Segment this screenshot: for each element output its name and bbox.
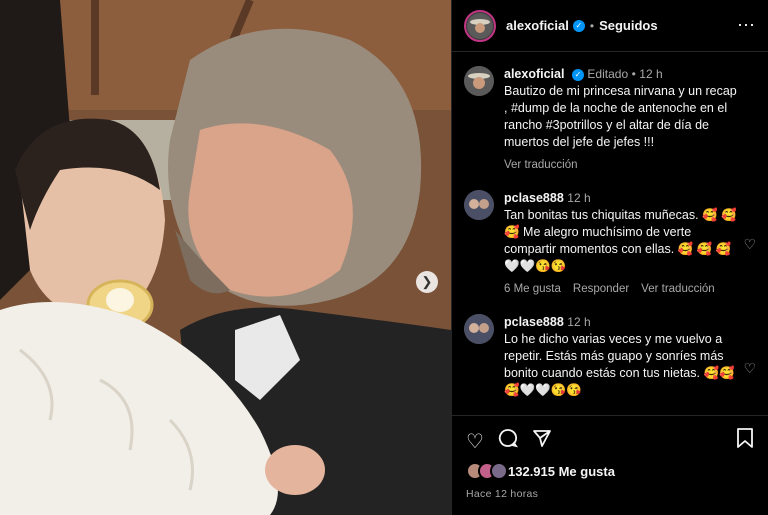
- caption-avatar[interactable]: [464, 66, 494, 96]
- user-avatar[interactable]: [464, 9, 496, 42]
- caption-actions: Ver traducción: [504, 157, 739, 174]
- heart-icon[interactable]: ♡: [466, 429, 484, 454]
- photo-illustration: [0, 0, 451, 515]
- caption-translate-link[interactable]: Ver traducción: [504, 157, 578, 174]
- share-icon[interactable]: [532, 428, 552, 454]
- comment-icon[interactable]: [498, 428, 518, 454]
- comment-like-heart-icon[interactable]: ♡: [743, 236, 756, 253]
- caption: alexoficial ✓ Editado • 12 h Bautizo de …: [464, 66, 756, 174]
- next-photo-button[interactable]: ❯: [416, 271, 438, 293]
- comment-time: 12 h: [567, 191, 591, 205]
- caption-text: Bautizo de mi princesa nirvana y un reca…: [504, 84, 737, 149]
- caption-username[interactable]: alexoficial: [504, 67, 564, 81]
- header-separator: •: [589, 18, 595, 33]
- comment-username[interactable]: pclase888: [504, 191, 564, 205]
- avatar-image: [464, 190, 494, 220]
- comment-time: 12 h: [567, 315, 591, 329]
- comment-body: pclase888 12 h Lo he dicho varias veces …: [504, 314, 739, 399]
- comment-body: pclase888 12 h Tan bonitas tus chiquitas…: [504, 190, 739, 298]
- comment-like-heart-icon[interactable]: ♡: [743, 360, 756, 377]
- caption-body: alexoficial ✓ Editado • 12 h Bautizo de …: [504, 66, 739, 174]
- post-header: alexoficial ✓ • Seguidos ⋯: [452, 0, 768, 52]
- liker-avatars: [466, 462, 508, 480]
- comment-item: pclase888 12 h Tan bonitas tus chiquitas…: [464, 190, 756, 298]
- caption-time: 12 h: [639, 67, 663, 81]
- verified-badge-icon: ✓: [572, 19, 585, 32]
- comment-actions: 6 Me gusta Responder Ver traducción: [504, 281, 739, 298]
- verified-badge-icon: ✓: [571, 68, 584, 81]
- action-icons: ♡: [466, 428, 754, 454]
- avatar-image: [464, 314, 494, 344]
- likes-row[interactable]: 132.915 Me gusta: [466, 462, 754, 480]
- header-username[interactable]: alexoficial: [506, 18, 569, 33]
- chevron-right-icon: ❯: [421, 274, 433, 289]
- comment-item: pclase888 12 h Lo he dicho varias veces …: [464, 314, 756, 399]
- avatar-image: [467, 12, 493, 39]
- avatar-image: [464, 66, 494, 96]
- follow-status-button[interactable]: Seguidos: [599, 18, 658, 33]
- instagram-post-view: ❯ alexoficial ✓ • Seguidos ⋯ alexoficial…: [0, 0, 768, 515]
- reply-button[interactable]: Responder: [573, 281, 629, 298]
- commenter-avatar[interactable]: [464, 190, 494, 220]
- caption-edited: Editado: [587, 67, 629, 81]
- post-details-panel: alexoficial ✓ • Seguidos ⋯ alexoficial ✓: [451, 0, 768, 515]
- post-photo[interactable]: ❯: [0, 0, 451, 515]
- comment-text: Tan bonitas tus chiquitas muñecas. 🥰 🥰 🥰…: [504, 208, 737, 273]
- comment-username[interactable]: pclase888: [504, 315, 564, 329]
- more-options-icon[interactable]: ⋯: [737, 15, 756, 36]
- post-time: Hace 12 horas: [466, 488, 539, 500]
- comments-list[interactable]: alexoficial ✓ Editado • 12 h Bautizo de …: [452, 52, 768, 414]
- likes-count[interactable]: 132.915 Me gusta: [508, 464, 615, 479]
- comment-text: Lo he dicho varias veces y me vuelvo a r…: [504, 332, 735, 397]
- commenter-avatar[interactable]: [464, 314, 494, 344]
- comment-likes[interactable]: 6 Me gusta: [504, 281, 561, 298]
- bookmark-icon[interactable]: [736, 428, 754, 454]
- comment-translate-link[interactable]: Ver traducción: [641, 281, 715, 298]
- caption-separator: •: [631, 67, 636, 81]
- post-actions: ♡ 132.915 Me gusta Hace 12 horas: [452, 415, 768, 500]
